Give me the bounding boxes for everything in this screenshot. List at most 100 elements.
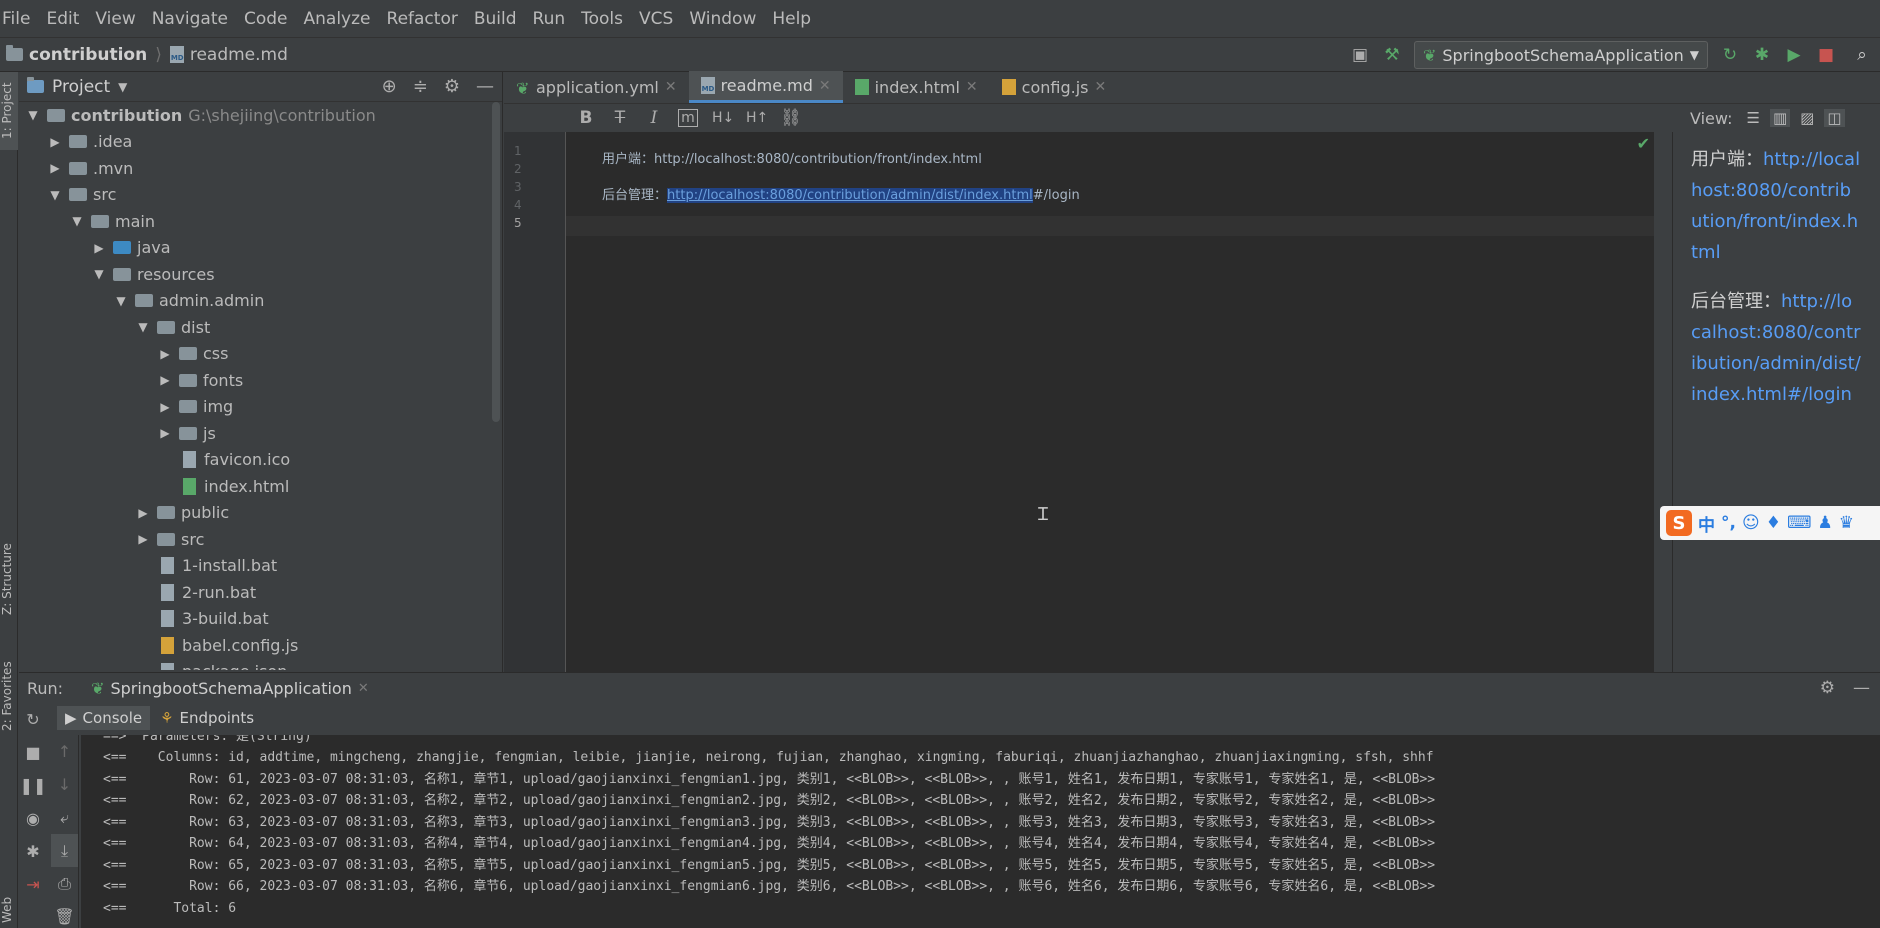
chevron-right-icon[interactable]: ▶ bbox=[135, 506, 151, 520]
split-view-icon[interactable]: ▥ bbox=[1769, 109, 1791, 127]
pause-icon[interactable]: ❚❚ bbox=[19, 769, 47, 802]
user-icon[interactable]: ♟ bbox=[1818, 513, 1833, 533]
chevron-down-icon[interactable]: ▼ bbox=[69, 214, 85, 228]
chevron-down-icon[interactable]: ▼ bbox=[47, 188, 63, 202]
stop-icon[interactable]: ■ bbox=[19, 736, 47, 769]
stop-icon[interactable]: ■ bbox=[1816, 45, 1836, 65]
keyboard-icon[interactable]: ⌨ bbox=[1787, 513, 1812, 533]
code-span-button[interactable]: m bbox=[678, 109, 698, 127]
tab-application-yml[interactable]: ❦ application.yml ✕ bbox=[504, 71, 689, 103]
tree-item[interactable]: 3-build.bat bbox=[19, 606, 502, 633]
trash-icon[interactable]: 🗑 bbox=[51, 900, 78, 928]
tree-item[interactable]: ▶ .idea bbox=[19, 129, 502, 156]
header-decrease-button[interactable]: H↓ bbox=[712, 110, 734, 126]
gear-icon[interactable]: ⚙ bbox=[444, 76, 460, 97]
menu-run[interactable]: Run bbox=[525, 9, 574, 29]
soft-wrap-icon[interactable]: ⤶ bbox=[51, 801, 78, 834]
link-button[interactable]: ⛓ bbox=[780, 108, 802, 128]
project-tree-scrollbar[interactable] bbox=[492, 102, 500, 422]
menu-build[interactable]: Build bbox=[466, 9, 525, 29]
gear-icon[interactable]: ⚙ bbox=[1820, 678, 1835, 698]
tab-index-html[interactable]: index.html ✕ bbox=[843, 71, 990, 103]
tab-config-js[interactable]: config.js ✕ bbox=[990, 71, 1119, 103]
chevron-down-icon[interactable]: ▼ bbox=[113, 294, 129, 308]
debug-bug-icon[interactable]: ✱ bbox=[19, 835, 47, 868]
terminal-icon[interactable]: ▣ bbox=[1350, 45, 1370, 65]
menu-vcs[interactable]: VCS bbox=[631, 9, 681, 29]
ime-punctuation-toggle[interactable]: °, bbox=[1721, 513, 1736, 533]
tab-endpoints[interactable]: ⚘ Endpoints bbox=[152, 706, 262, 730]
skin-icon[interactable]: ♛ bbox=[1839, 513, 1854, 533]
layout-toggle-icon[interactable]: ◫ bbox=[1824, 109, 1845, 127]
menu-refactor[interactable]: Refactor bbox=[379, 9, 466, 29]
strikethrough-button[interactable]: T bbox=[610, 108, 630, 128]
ime-mode-toggle[interactable]: 中 bbox=[1698, 511, 1715, 536]
exit-icon[interactable]: ⇥ bbox=[19, 868, 47, 901]
scroll-down-icon[interactable]: ↓ bbox=[51, 768, 78, 801]
sogou-logo-icon[interactable]: S bbox=[1666, 510, 1692, 536]
tree-item[interactable]: ▼ src bbox=[19, 182, 502, 209]
menu-tools[interactable]: Tools bbox=[573, 9, 631, 29]
camera-icon[interactable]: ◉ bbox=[19, 802, 47, 835]
preview-only-icon[interactable]: ▨ bbox=[1800, 109, 1814, 127]
debug-bug-icon[interactable]: ✱ bbox=[1752, 45, 1772, 65]
run-tab[interactable]: ❦ SpringbootSchemaApplication ✕ bbox=[91, 679, 369, 698]
project-panel-title[interactable]: Project bbox=[52, 77, 110, 97]
menu-analyze[interactable]: Analyze bbox=[296, 9, 379, 29]
print-icon[interactable]: ⎙ bbox=[51, 867, 78, 900]
tree-item[interactable]: ▶ src bbox=[19, 526, 502, 553]
chevron-right-icon[interactable]: ▶ bbox=[47, 161, 63, 175]
chevron-right-icon[interactable]: ▶ bbox=[157, 426, 173, 440]
tab-readme-md[interactable]: readme.md ✕ bbox=[688, 71, 843, 103]
close-icon[interactable]: ✕ bbox=[966, 79, 978, 95]
tool-tab-structure[interactable]: Z: Structure bbox=[0, 540, 18, 618]
menu-help[interactable]: Help bbox=[764, 9, 819, 29]
search-icon[interactable]: ⌕ bbox=[1852, 45, 1872, 65]
chevron-right-icon[interactable]: ▶ bbox=[157, 373, 173, 387]
tree-item[interactable]: ▼ dist bbox=[19, 314, 502, 341]
menu-code[interactable]: Code bbox=[236, 9, 296, 29]
tree-item[interactable]: ▶ css bbox=[19, 341, 502, 368]
scroll-to-end-icon[interactable]: ⤓ bbox=[51, 834, 78, 867]
close-icon[interactable]: ✕ bbox=[819, 78, 831, 94]
tree-item[interactable]: ▶ js bbox=[19, 420, 502, 447]
chevron-right-icon[interactable]: ▶ bbox=[135, 532, 151, 546]
tree-item[interactable]: index.html bbox=[19, 473, 502, 500]
tree-item[interactable]: ▶ .mvn bbox=[19, 155, 502, 182]
tree-item[interactable]: favicon.ico bbox=[19, 447, 502, 474]
close-icon[interactable]: ✕ bbox=[1094, 79, 1106, 95]
tree-item[interactable]: ▼ contribution G:\shejiing\contribution bbox=[19, 102, 502, 129]
run-with-coverage-icon[interactable]: ▶ bbox=[1784, 45, 1804, 65]
menu-navigate[interactable]: Navigate bbox=[144, 9, 236, 29]
chevron-down-icon[interactable]: ▼ bbox=[135, 320, 151, 334]
tool-tab-project[interactable]: 1: Project bbox=[0, 72, 18, 150]
hammer-build-icon[interactable]: ⚒ bbox=[1382, 45, 1402, 65]
tree-item[interactable]: ▼ resources bbox=[19, 261, 502, 288]
rerun-icon[interactable]: ↻ bbox=[1720, 45, 1740, 65]
rerun-icon[interactable]: ↻ bbox=[19, 703, 47, 736]
tree-item[interactable]: ▼ main bbox=[19, 208, 502, 235]
chevron-right-icon[interactable]: ▶ bbox=[157, 347, 173, 361]
chevron-right-icon[interactable]: ▶ bbox=[157, 400, 173, 414]
close-icon[interactable]: ✕ bbox=[665, 79, 677, 95]
console-output[interactable]: ==> Parameters: 是(String) <== Columns: id… bbox=[81, 735, 1880, 928]
bold-button[interactable]: B bbox=[576, 108, 596, 128]
tree-item[interactable]: babel.config.js bbox=[19, 632, 502, 659]
tree-item[interactable]: package.json bbox=[19, 659, 502, 670]
tool-tab-web[interactable]: Web bbox=[0, 892, 18, 928]
chevron-down-icon[interactable]: ▼ bbox=[118, 80, 127, 94]
tree-item[interactable]: 1-install.bat bbox=[19, 553, 502, 580]
scroll-up-icon[interactable]: ↑ bbox=[51, 735, 78, 768]
minimize-icon[interactable]: — bbox=[1853, 678, 1870, 698]
menu-window[interactable]: Window bbox=[681, 9, 764, 29]
menu-view[interactable]: View bbox=[87, 9, 143, 29]
locate-target-icon[interactable]: ⊕ bbox=[382, 76, 397, 97]
microphone-icon[interactable]: ♦ bbox=[1766, 513, 1781, 533]
italic-button[interactable]: I bbox=[644, 108, 664, 128]
chevron-down-icon[interactable]: ▼ bbox=[91, 267, 107, 281]
menu-edit[interactable]: Edit bbox=[38, 9, 87, 29]
breadcrumb-project[interactable]: contribution bbox=[29, 45, 147, 65]
tool-tab-favorites[interactable]: 2: Favorites bbox=[0, 654, 18, 738]
emoji-icon[interactable]: ☺ bbox=[1742, 513, 1760, 533]
breadcrumb-file[interactable]: readme.md bbox=[190, 45, 288, 65]
